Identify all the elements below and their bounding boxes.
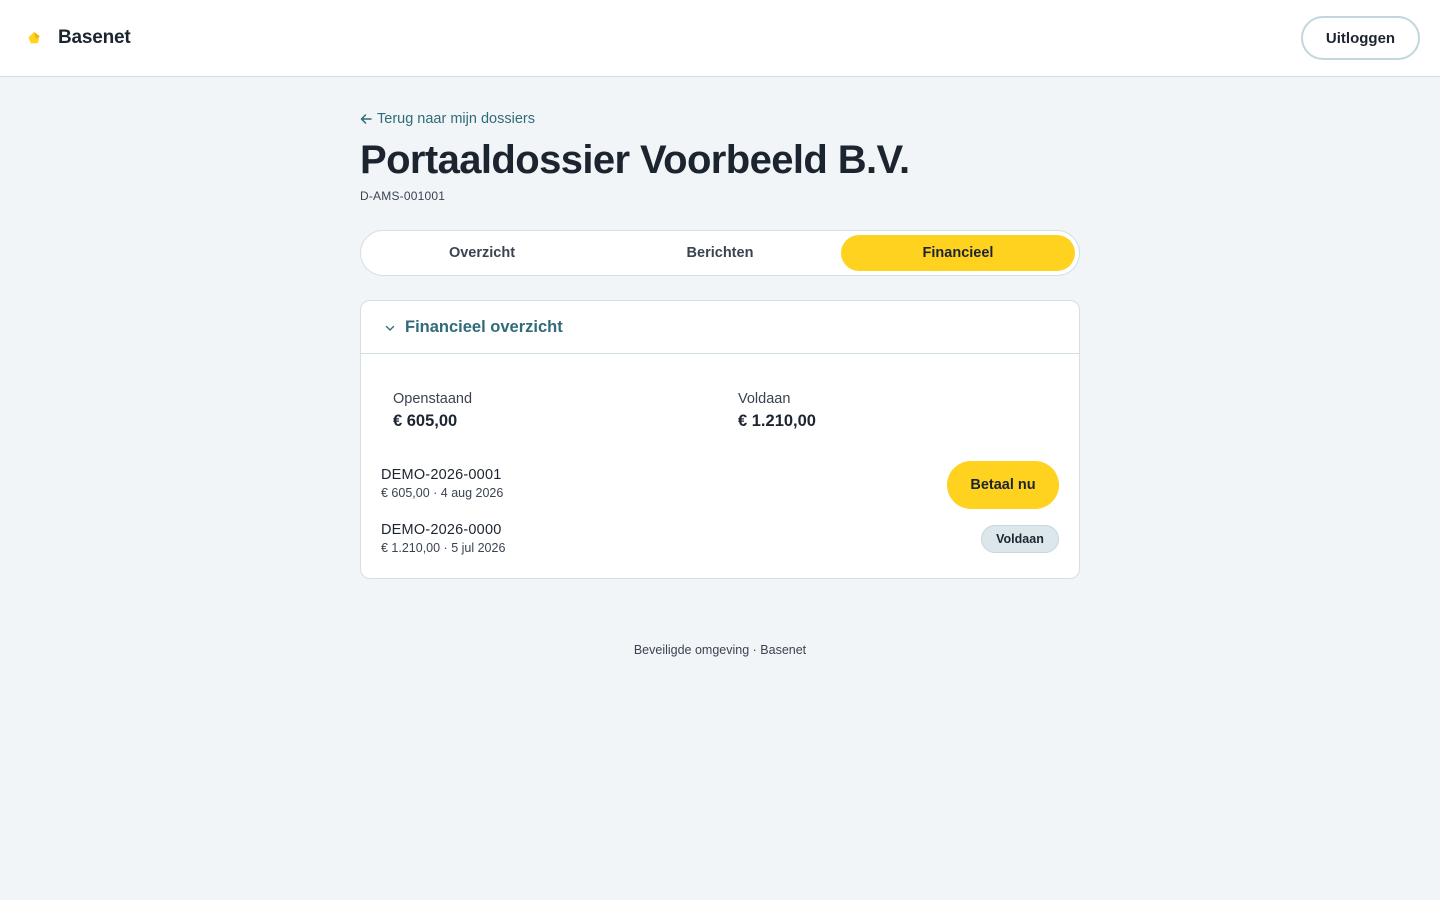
tab-financieel[interactable]: Financieel [841,235,1075,271]
brand-name: Basenet [58,27,131,48]
paid-status-badge: Voldaan [981,525,1059,553]
top-bar: Basenet Uitloggen [0,0,1440,77]
back-to-dossiers-link[interactable]: Terug naar mijn dossiers [360,109,535,129]
brand[interactable]: Basenet [25,26,131,50]
financial-overview-toggle[interactable]: Financieel overzicht [361,301,1079,354]
dossier-id: D-AMS-001001 [360,189,446,203]
chevron-down-icon [385,325,395,331]
footer: Beveiligde omgeving · Basenet [633,643,807,657]
invoice-amount-date: € 605,00 · 4 aug 2026 [381,486,504,500]
arrow-left-icon [360,114,372,124]
back-link-label: Terug naar mijn dossiers [377,111,535,127]
invoice-number: DEMO-2026-0001 [381,467,502,483]
dossier-tabs: Overzicht Berichten Financieel [360,230,1080,276]
outstanding-amount: € 605,00 [393,412,458,430]
outstanding-label: Openstaand [393,391,473,407]
paid-amount: € 1.210,00 [738,412,816,430]
financial-overview-panel: Financieel overzicht Openstaand € 605,00… [360,300,1080,579]
page-title: Portaaldossier Voorbeeld B.V. [360,138,910,182]
financial-overview-title: Financieel overzicht [405,318,563,336]
tab-berichten[interactable]: Berichten [603,235,837,271]
paid-label: Voldaan [738,391,791,407]
tab-overzicht[interactable]: Overzicht [365,235,599,271]
invoice-amount-date: € 1.210,00 · 5 jul 2026 [381,541,506,555]
basenet-logo-icon [28,32,40,44]
logout-button[interactable]: Uitloggen [1301,16,1420,60]
invoice-number: DEMO-2026-0000 [381,522,502,538]
pay-now-button[interactable]: Betaal nu [947,461,1059,509]
